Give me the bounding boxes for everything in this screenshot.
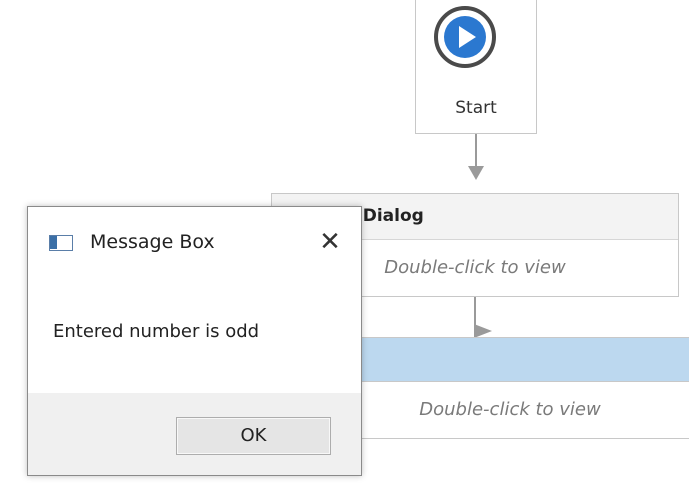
- connector-arrow-right-icon: [474, 324, 492, 338]
- activity-body-hint: Double-click to view: [419, 399, 601, 420]
- window-icon: [49, 235, 73, 251]
- dialog-title: Message Box: [90, 231, 215, 253]
- connector-arrow-down-icon: [468, 166, 484, 180]
- play-icon: [434, 6, 496, 68]
- start-label: Start: [455, 98, 497, 118]
- dialog-message: Entered number is odd: [53, 321, 260, 342]
- dialog-titlebar[interactable]: Message Box ✕: [28, 207, 361, 271]
- dialog-footer: OK: [28, 393, 361, 475]
- start-node[interactable]: Start: [415, 0, 537, 134]
- ok-button[interactable]: OK: [176, 417, 331, 455]
- activity-header-selected: [331, 338, 689, 382]
- message-box-dialog: Message Box ✕ Entered number is odd OK: [27, 206, 362, 476]
- connector-line: [475, 134, 477, 168]
- connector-line: [474, 297, 476, 327]
- selected-activity[interactable]: Double-click to view: [330, 337, 689, 439]
- close-button[interactable]: ✕: [312, 225, 348, 259]
